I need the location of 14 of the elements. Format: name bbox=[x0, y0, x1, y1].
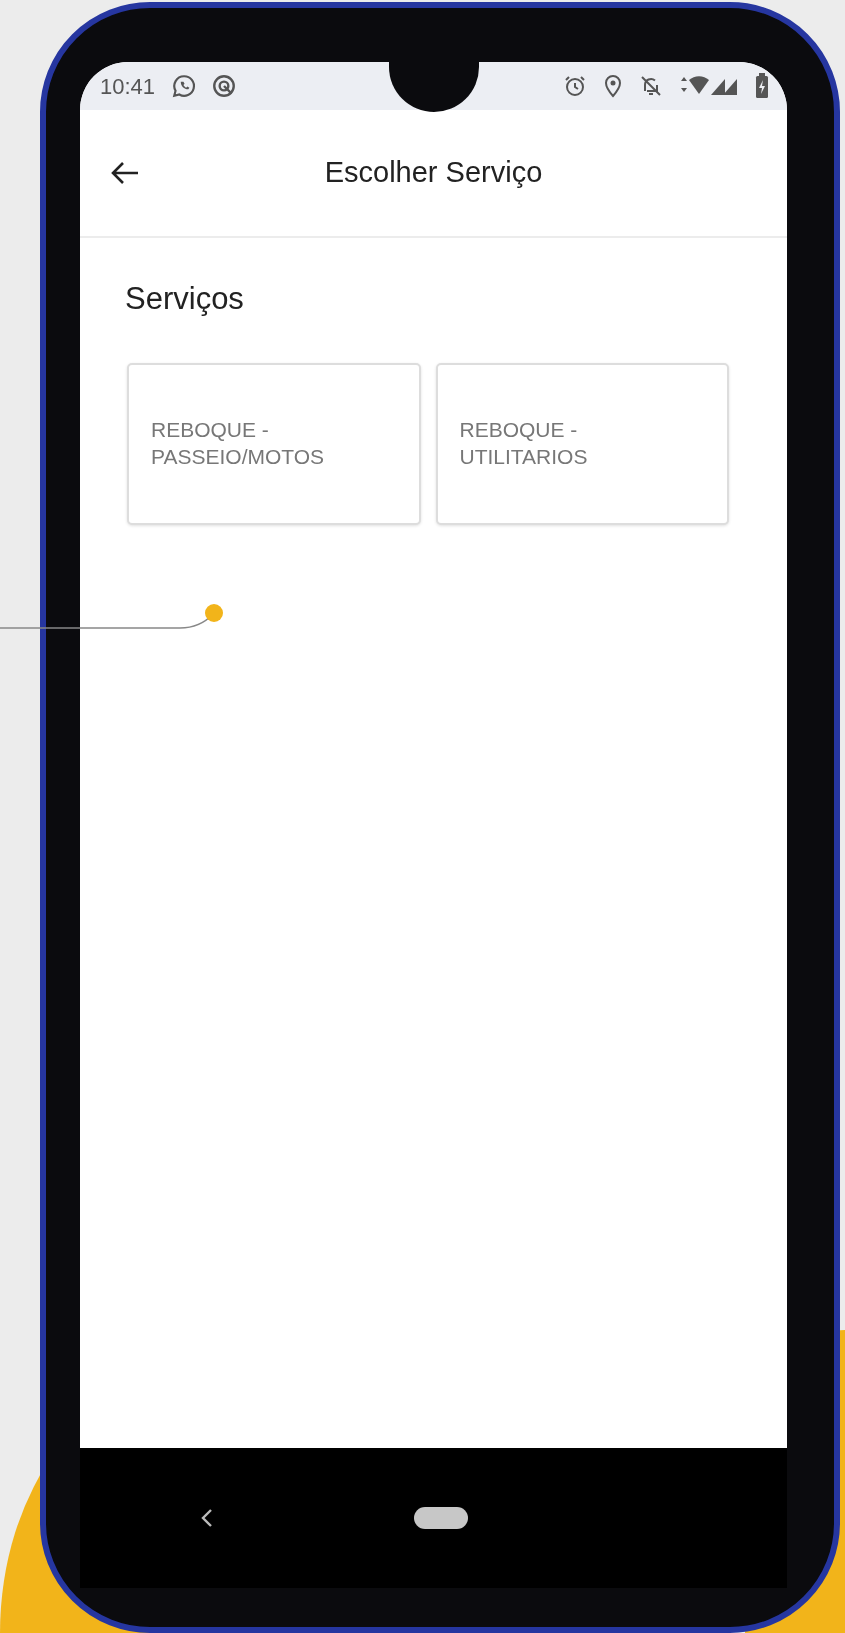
alarm-clock-icon bbox=[563, 74, 587, 98]
screen-title: Escolher Serviço bbox=[324, 155, 543, 191]
location-pin-icon bbox=[603, 74, 623, 98]
section-title: Serviços bbox=[125, 280, 245, 318]
bell-off-icon bbox=[639, 74, 663, 98]
circle-app-icon bbox=[211, 73, 238, 99]
service-card[interactable]: REBOQUE - UTILITARIOS bbox=[435, 362, 729, 525]
signal-icons-drawing bbox=[679, 74, 739, 98]
status-time: 10:41 bbox=[100, 72, 156, 101]
service-card[interactable]: REBOQUE - PASSEIO/MOTOS bbox=[127, 362, 421, 525]
chat-bubble-icon bbox=[171, 73, 198, 99]
back-chevron-icon[interactable] bbox=[200, 1507, 214, 1529]
home-pill[interactable] bbox=[414, 1507, 468, 1529]
battery-icon bbox=[755, 73, 769, 99]
